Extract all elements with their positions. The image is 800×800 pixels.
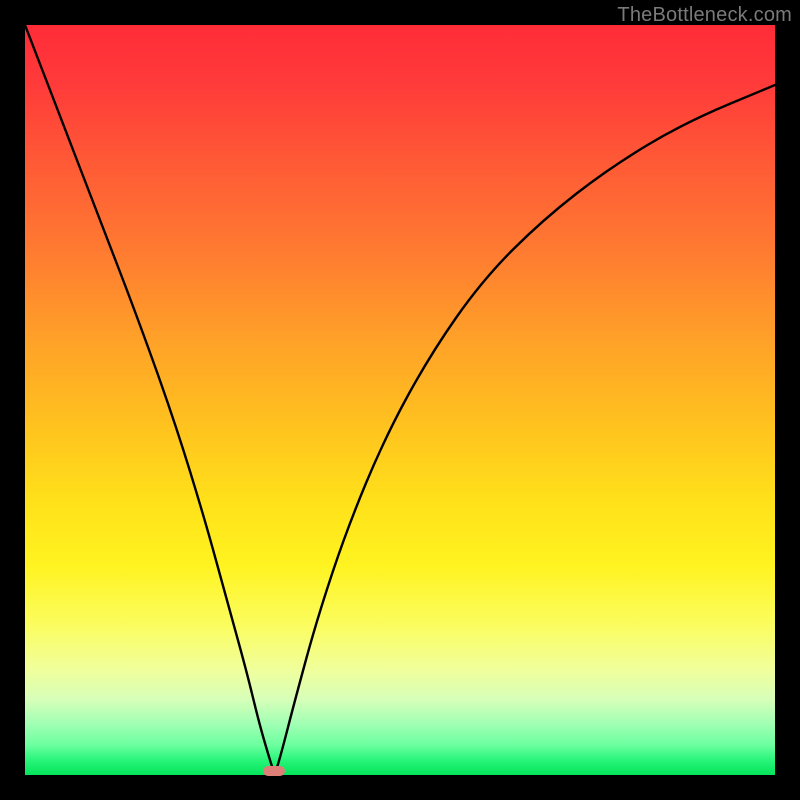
plot-area <box>25 25 775 775</box>
optimal-marker <box>263 766 285 776</box>
bottleneck-curve <box>25 25 775 770</box>
watermark-text: TheBottleneck.com <box>617 4 792 27</box>
chart-frame: TheBottleneck.com <box>0 0 800 800</box>
curve-svg <box>25 25 775 775</box>
